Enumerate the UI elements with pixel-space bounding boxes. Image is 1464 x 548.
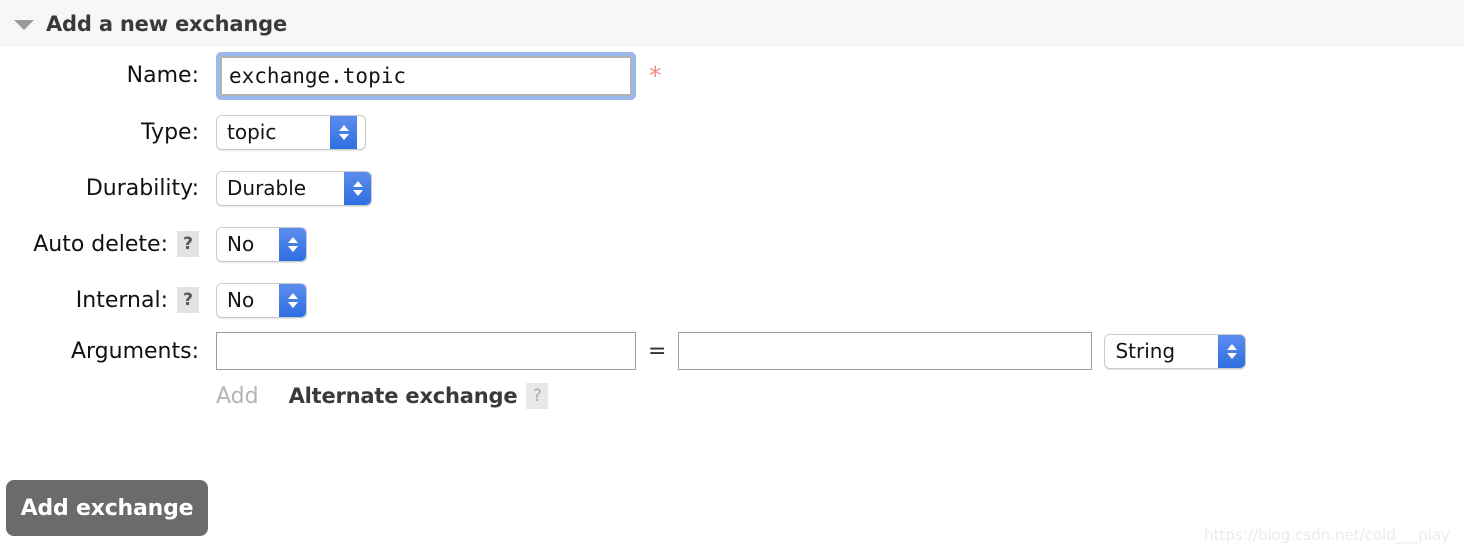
equals-sign: =: [648, 338, 667, 364]
form-row-arguments: Arguments: = String: [0, 328, 1464, 374]
argument-key-input[interactable]: [216, 332, 636, 370]
form-row-auto-delete: Auto delete: ? No: [0, 216, 1464, 272]
name-label-cell: Name:: [0, 63, 203, 88]
stepper-chevron-icon[interactable]: [279, 283, 306, 317]
internal-label: Internal:: [75, 287, 168, 313]
auto-delete-field-cell: No: [203, 226, 307, 262]
help-icon[interactable]: ?: [526, 383, 549, 409]
argument-value-input[interactable]: [678, 332, 1093, 370]
name-label: Name:: [126, 63, 199, 88]
type-field-cell: topic: [203, 114, 366, 150]
add-exchange-form: Name: * Type: topic: [0, 47, 1464, 418]
alternate-exchange-label: Alternate exchange: [288, 384, 518, 408]
stepper-chevron-icon[interactable]: [344, 171, 371, 205]
stepper-chevron-icon[interactable]: [330, 115, 357, 149]
name-field-cell: *: [203, 51, 662, 100]
auto-delete-select-value: No: [217, 227, 279, 261]
auto-delete-select[interactable]: No: [216, 226, 307, 262]
section-header[interactable]: Add a new exchange: [0, 0, 1464, 47]
arguments-label-cell: Arguments:: [0, 339, 203, 364]
help-icon[interactable]: ?: [177, 231, 199, 257]
arguments-field-cell: = String: [203, 332, 1247, 370]
add-exchange-page: Add a new exchange Name: * Type: topic: [0, 0, 1464, 548]
durability-select-value: Durable: [217, 171, 344, 205]
auto-delete-label-cell: Auto delete: ?: [0, 231, 203, 257]
name-input[interactable]: [220, 55, 632, 96]
internal-select[interactable]: No: [216, 282, 307, 318]
argument-type-select[interactable]: String: [1104, 333, 1247, 369]
section-title: Add a new exchange: [46, 11, 287, 36]
durability-select[interactable]: Durable: [216, 170, 372, 206]
required-asterisk: *: [649, 61, 662, 90]
disclosure-triangle-icon[interactable]: [14, 19, 34, 30]
watermark: https://blog.csdn.net/cold___play: [1204, 526, 1450, 544]
type-select-value: topic: [217, 115, 330, 149]
type-label-cell: Type:: [0, 120, 203, 145]
durability-field-cell: Durable: [203, 170, 372, 206]
add-argument-link[interactable]: Add: [216, 384, 259, 409]
durability-label: Durability:: [85, 175, 199, 201]
form-row-add-argument: Add Alternate exchange ?: [0, 374, 1464, 418]
form-row-internal: Internal: ? No: [0, 272, 1464, 328]
stepper-chevron-icon[interactable]: [279, 227, 306, 261]
durability-label-cell: Durability:: [0, 176, 203, 201]
internal-field-cell: No: [203, 282, 307, 318]
arguments-label: Arguments:: [70, 338, 199, 364]
auto-delete-label: Auto delete:: [33, 231, 168, 257]
add-row-field-cell: Add Alternate exchange ?: [203, 383, 549, 409]
form-row-name: Name: *: [0, 47, 1464, 104]
help-icon[interactable]: ?: [177, 287, 199, 313]
add-exchange-button[interactable]: Add exchange: [6, 480, 208, 536]
stepper-chevron-icon[interactable]: [1218, 334, 1246, 368]
internal-select-value: No: [217, 283, 279, 317]
type-select[interactable]: topic: [216, 114, 366, 150]
argument-type-select-value: String: [1105, 334, 1219, 368]
form-row-durability: Durability: Durable: [0, 160, 1464, 216]
name-input-focus-ring: [216, 51, 636, 100]
form-row-type: Type: topic: [0, 104, 1464, 160]
internal-label-cell: Internal: ?: [0, 287, 203, 313]
type-label: Type:: [141, 119, 199, 145]
